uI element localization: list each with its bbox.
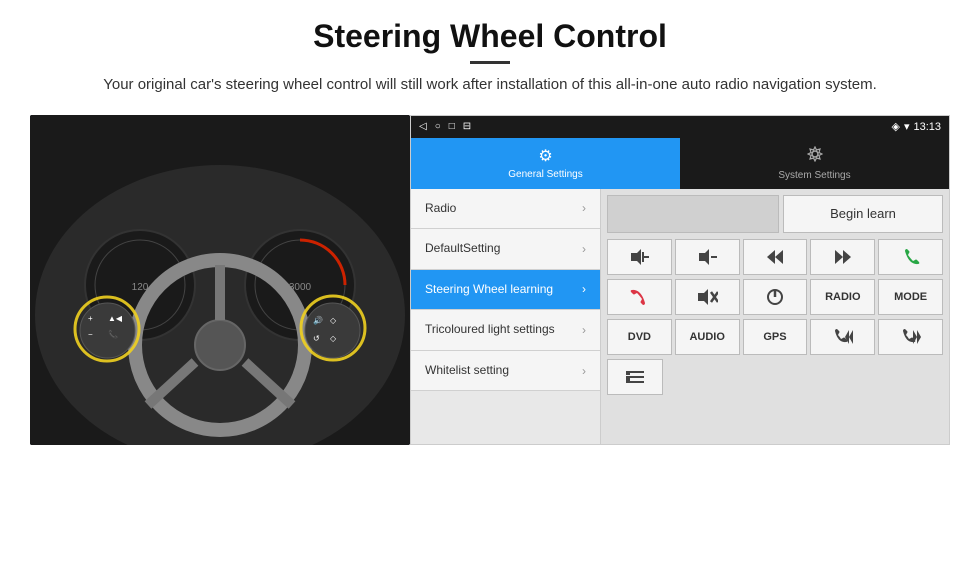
- controls-row-1: [607, 239, 943, 275]
- menu-item-steering-label: Steering Wheel learning: [425, 282, 553, 298]
- mode-button[interactable]: MODE: [878, 279, 943, 315]
- power-button[interactable]: [743, 279, 808, 315]
- svg-text:↺: ↺: [313, 334, 320, 343]
- bottom-row: [607, 359, 943, 395]
- dvd-button[interactable]: DVD: [607, 319, 672, 355]
- phone-hang-up-button[interactable]: [607, 279, 672, 315]
- right-panel: Begin learn: [601, 189, 949, 444]
- controls-row-2: RADIO MODE: [607, 279, 943, 315]
- menu-item-default-label: DefaultSetting: [425, 241, 500, 257]
- chevron-right-icon: ›: [582, 323, 586, 337]
- left-menu: Radio › DefaultSetting › Steering Wheel …: [411, 189, 601, 444]
- nav-screenshot-icon[interactable]: ⊟: [463, 121, 471, 132]
- mute-button[interactable]: [675, 279, 740, 315]
- prev-track-button[interactable]: [743, 239, 808, 275]
- nav-back-icon[interactable]: ◁: [419, 121, 427, 132]
- menu-item-radio-label: Radio: [425, 201, 456, 217]
- tab-general-label: General Settings: [508, 169, 583, 180]
- menu-item-whitelist[interactable]: Whitelist setting ›: [411, 351, 600, 392]
- tab-system-label: System Settings: [778, 170, 850, 181]
- svg-text:−: −: [88, 330, 93, 339]
- page-wrapper: Steering Wheel Control Your original car…: [0, 0, 980, 445]
- status-bar: ◁ ○ □ ⊟ ◈ ▾ 13:13: [411, 116, 949, 138]
- tel-prev-button[interactable]: [810, 319, 875, 355]
- svg-text:▲◀: ▲◀: [108, 314, 123, 323]
- chevron-right-icon: ›: [582, 282, 586, 296]
- controls-row-3: DVD AUDIO GPS: [607, 319, 943, 355]
- svg-text:🔊: 🔊: [313, 315, 323, 325]
- time-display: 13:13: [913, 121, 941, 133]
- content-area: 120 3000 +: [0, 115, 980, 445]
- gps-button[interactable]: GPS: [743, 319, 808, 355]
- menu-item-whitelist-label: Whitelist setting: [425, 363, 509, 379]
- phone-answer-button[interactable]: [878, 239, 943, 275]
- tab-general-settings[interactable]: ⚙ General Settings: [411, 138, 680, 189]
- tel-next-button[interactable]: [878, 319, 943, 355]
- svg-text:◇: ◇: [330, 334, 337, 343]
- menu-item-radio[interactable]: Radio ›: [411, 189, 600, 230]
- nav-home-icon[interactable]: ○: [435, 121, 441, 132]
- page-title: Steering Wheel Control: [40, 18, 940, 55]
- audio-button[interactable]: AUDIO: [675, 319, 740, 355]
- svg-text:◇: ◇: [330, 316, 337, 325]
- menu-item-default[interactable]: DefaultSetting ›: [411, 229, 600, 270]
- main-content: Radio › DefaultSetting › Steering Wheel …: [411, 189, 949, 444]
- vol-up-button[interactable]: [607, 239, 672, 275]
- chevron-right-icon: ›: [582, 242, 586, 256]
- menu-item-steering[interactable]: Steering Wheel learning ›: [411, 270, 600, 311]
- chevron-right-icon: ›: [582, 201, 586, 215]
- begin-learn-row: Begin learn: [607, 195, 943, 233]
- begin-learn-spacer: [607, 195, 779, 233]
- page-header: Steering Wheel Control Your original car…: [0, 0, 980, 107]
- status-indicators: ◈ ▾ 13:13: [891, 120, 941, 133]
- menu-item-tricoloured-label: Tricoloured light settings: [425, 322, 555, 338]
- tab-system-settings[interactable]: System Settings: [680, 138, 949, 189]
- tab-bar: ⚙ General Settings System Settings: [411, 138, 949, 189]
- general-settings-icon: ⚙: [538, 146, 552, 166]
- begin-learn-button[interactable]: Begin learn: [783, 195, 943, 233]
- next-track-button[interactable]: [810, 239, 875, 275]
- svg-text:📞: 📞: [108, 329, 118, 339]
- list-icon-button[interactable]: [607, 359, 663, 395]
- nav-recent-icon[interactable]: □: [449, 121, 455, 132]
- steering-wheel-image: 120 3000 +: [30, 115, 410, 445]
- wifi-icon: ▾: [904, 120, 910, 133]
- vol-down-button[interactable]: [675, 239, 740, 275]
- android-ui: ◁ ○ □ ⊟ ◈ ▾ 13:13 ⚙ General Settings: [410, 115, 950, 445]
- svg-text:+: +: [88, 314, 93, 323]
- chevron-right-icon: ›: [582, 364, 586, 378]
- location-icon: ◈: [891, 120, 899, 133]
- radio-button[interactable]: RADIO: [810, 279, 875, 315]
- menu-item-tricoloured[interactable]: Tricoloured light settings ›: [411, 310, 600, 351]
- nav-buttons: ◁ ○ □ ⊟: [419, 121, 471, 132]
- page-subtitle: Your original car's steering wheel contr…: [40, 74, 940, 97]
- system-settings-icon: [807, 146, 823, 167]
- title-divider: [470, 61, 510, 64]
